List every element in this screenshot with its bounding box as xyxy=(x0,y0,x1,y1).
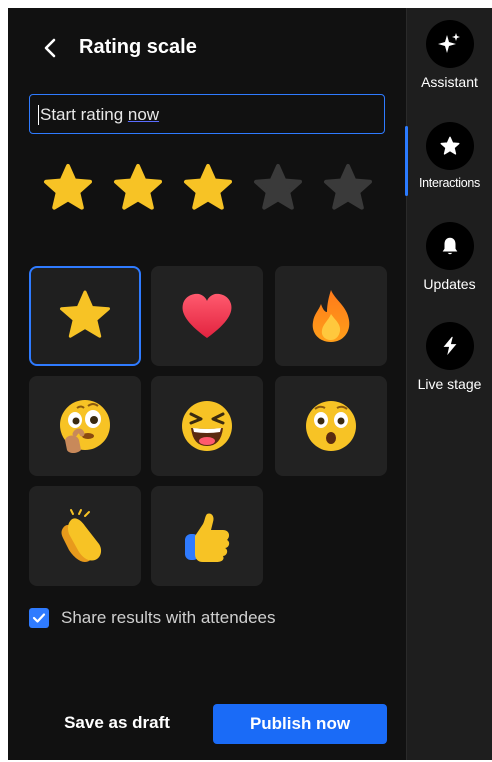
reaction-option-laughing[interactable] xyxy=(151,376,263,476)
star-rating xyxy=(40,161,386,223)
clapping-hands-icon xyxy=(61,509,102,562)
text-caret xyxy=(38,104,39,125)
reaction-option-thumbs-up[interactable] xyxy=(151,486,263,586)
share-results-checkbox[interactable] xyxy=(29,608,49,628)
lightning-icon xyxy=(443,336,456,356)
rail-item-assistant[interactable]: Assistant xyxy=(407,20,492,100)
thinking-face-icon xyxy=(60,400,110,453)
star-icon xyxy=(440,136,459,155)
laughing-face-icon xyxy=(182,401,232,451)
input-value-prefix: Start rating xyxy=(40,105,128,124)
rail-icon-container xyxy=(425,322,474,370)
rail-label-updates: Updates xyxy=(423,276,476,292)
share-results-label: Share results with attendees xyxy=(61,608,276,627)
rating-star-filled[interactable] xyxy=(110,161,166,217)
rating-star-filled[interactable] xyxy=(40,161,96,217)
rating-star-filled[interactable] xyxy=(180,161,236,217)
rail-label-live-stage: Live stage xyxy=(417,376,482,392)
rail-item-updates[interactable]: Updates xyxy=(407,222,492,302)
reaction-option-fire[interactable] xyxy=(275,266,387,366)
thumbs-up-icon xyxy=(185,513,230,562)
rail-icon-container xyxy=(425,122,474,170)
reaction-option-star[interactable] xyxy=(29,266,141,366)
reaction-option-surprised[interactable] xyxy=(275,376,387,476)
rating-star-empty[interactable] xyxy=(250,161,306,217)
bell-icon xyxy=(442,237,457,255)
sparkle-icon xyxy=(437,33,460,53)
surprised-face-icon xyxy=(306,401,356,451)
save-as-draft-button[interactable]: Save as draft xyxy=(52,704,182,742)
app-window: Rating scale Start rating now Share resu… xyxy=(8,8,492,760)
fire-icon xyxy=(312,290,350,342)
rating-title-input[interactable]: Start rating now xyxy=(29,94,385,134)
reaction-option-clapping[interactable] xyxy=(29,486,141,586)
rail-icon-container xyxy=(425,20,474,68)
publish-now-button[interactable]: Publish now xyxy=(213,704,387,744)
star-icon xyxy=(60,290,110,338)
rail-icon-container xyxy=(425,222,474,270)
rail-item-interactions[interactable]: Interactions xyxy=(407,122,492,202)
chevron-left-icon xyxy=(44,38,56,58)
page-title: Rating scale xyxy=(79,36,197,58)
heart-icon xyxy=(182,293,232,338)
back-button[interactable] xyxy=(38,36,62,60)
rating-star-empty[interactable] xyxy=(320,161,376,217)
rail-label-interactions: Interactions xyxy=(418,176,481,190)
rail-label-assistant: Assistant xyxy=(421,74,478,90)
reaction-option-thinking[interactable] xyxy=(29,376,141,476)
share-results-option: Share results with attendees xyxy=(29,606,276,630)
rail-item-live-stage[interactable]: Live stage xyxy=(407,322,492,402)
input-value-suffix: now xyxy=(127,105,160,124)
checkmark-icon xyxy=(32,613,46,623)
rating-scale-panel: Rating scale Start rating now Share resu… xyxy=(8,8,407,760)
reaction-option-heart[interactable] xyxy=(151,266,263,366)
